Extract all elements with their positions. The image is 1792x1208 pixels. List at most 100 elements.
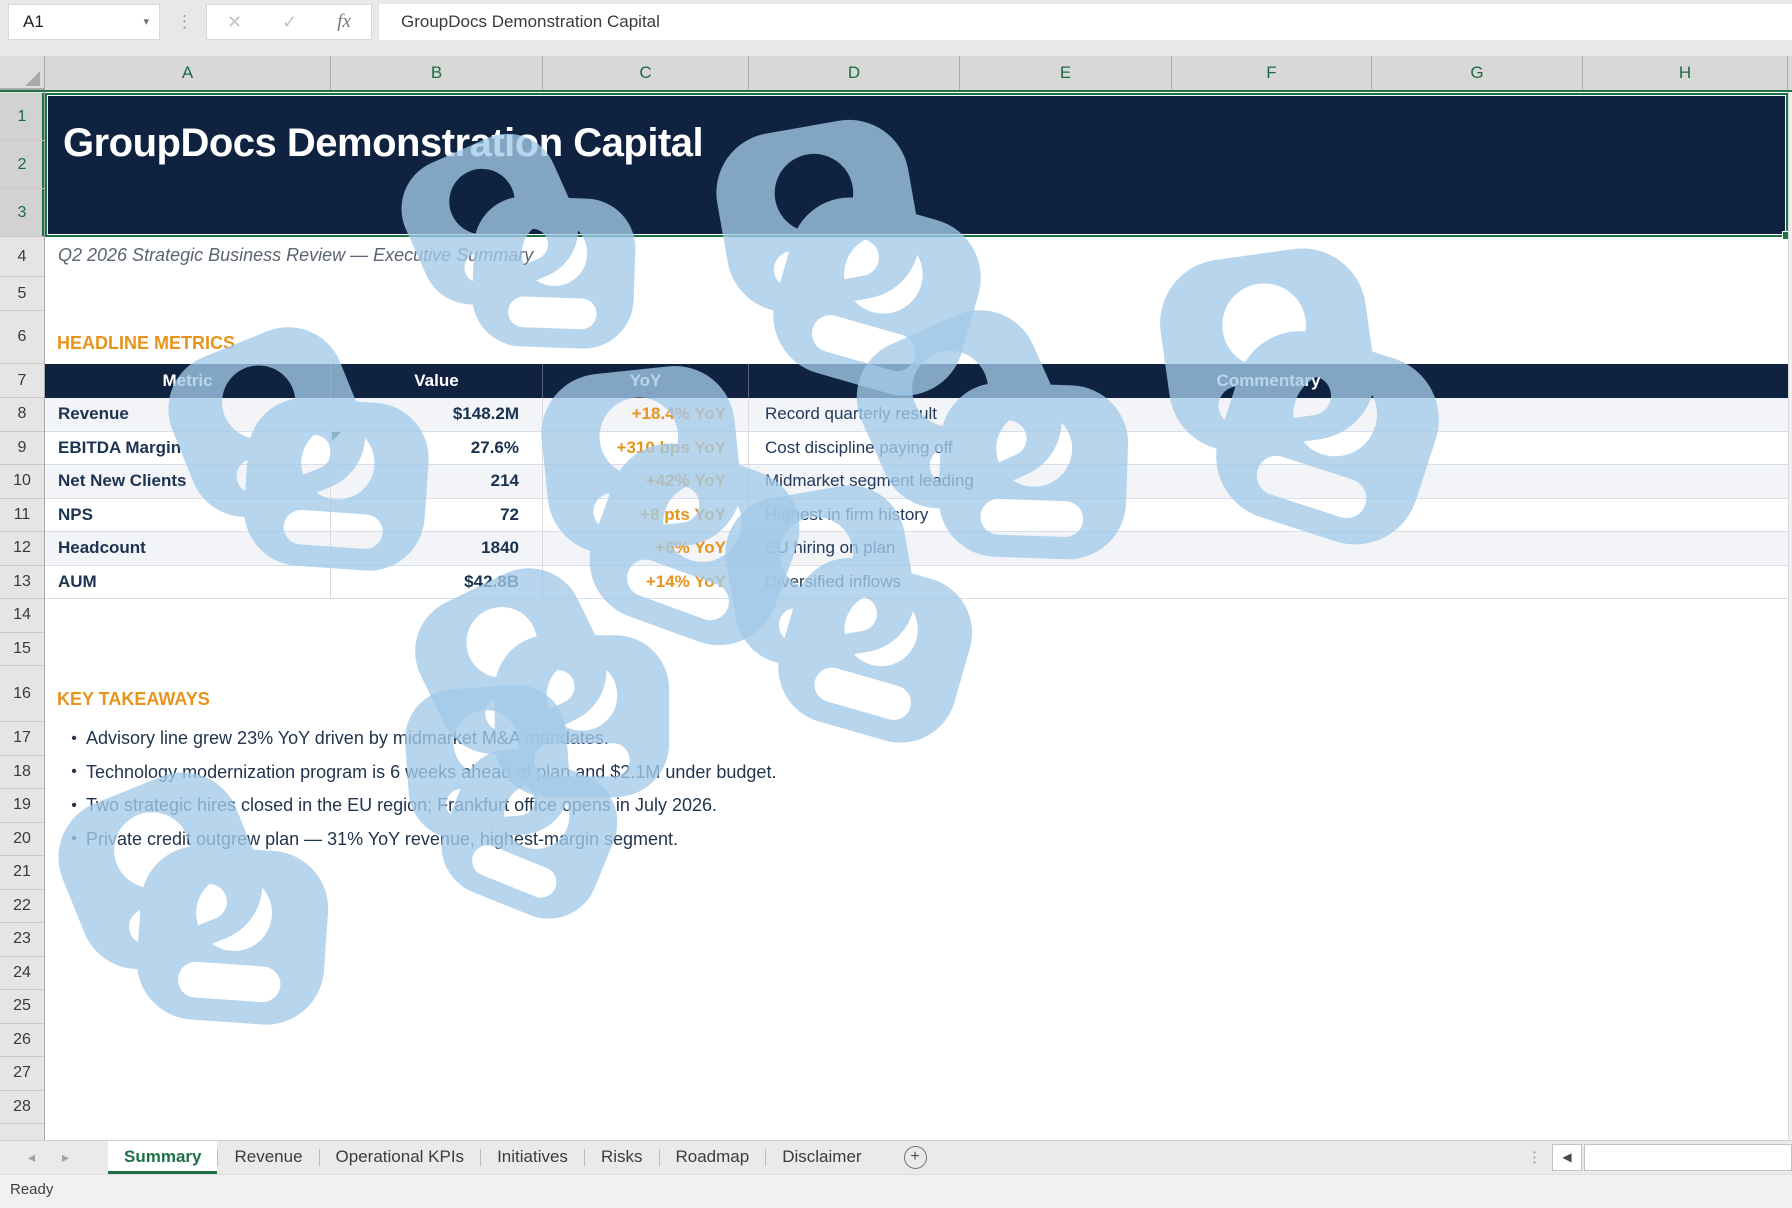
cell-metric[interactable]: EBITDA Margin — [45, 432, 331, 465]
row-header-6[interactable]: 6 — [0, 311, 44, 364]
row-header-25[interactable]: 25 — [0, 990, 44, 1024]
title-banner-cell[interactable]: GroupDocs Demonstration Capital — [45, 93, 1788, 237]
row-header-2[interactable]: 2 — [0, 141, 44, 189]
row-header-15[interactable]: 15 — [0, 633, 44, 667]
cell-comm[interactable]: Highest in firm history — [749, 499, 1788, 532]
formula-input[interactable]: GroupDocs Demonstration Capital — [378, 4, 1792, 40]
column-header-E[interactable]: E — [960, 56, 1172, 90]
headline-metrics-label[interactable]: HEADLINE METRICS — [57, 333, 235, 354]
status-bar: Ready — [0, 1174, 1792, 1208]
cell-metric[interactable]: Headcount — [45, 532, 331, 565]
row-header-20[interactable]: 20 — [0, 823, 44, 857]
row-header-13[interactable]: 13 — [0, 566, 44, 600]
sheet-tab-revenue[interactable]: Revenue — [218, 1141, 318, 1174]
cell-comm[interactable]: Record quarterly result — [749, 398, 1788, 431]
status-ready: Ready — [10, 1175, 53, 1205]
row-header-9[interactable]: 9 — [0, 432, 44, 466]
cell-comm[interactable]: Cost discipline paying off — [749, 432, 1788, 465]
cancel-icon[interactable]: ✕ — [227, 12, 242, 33]
cell-value[interactable]: $148.2M — [331, 398, 543, 431]
sheet-tab-roadmap[interactable]: Roadmap — [660, 1141, 766, 1174]
takeaway-text: Private credit outgrew plan — 31% YoY re… — [86, 829, 678, 850]
key-takeaways-label[interactable]: KEY TAKEAWAYS — [57, 689, 210, 710]
row-header-19[interactable]: 19 — [0, 789, 44, 823]
formula-bar: A1 ▾ ⋮ ✕ ✓ fx GroupDocs Demonstration Ca… — [0, 0, 1792, 56]
hscroll-left-arrow[interactable]: ◀ — [1552, 1144, 1582, 1171]
sheet-tab-summary[interactable]: Summary — [108, 1141, 217, 1174]
cell-yoy[interactable]: +42% YoY — [543, 465, 749, 498]
enter-icon[interactable]: ✓ — [282, 12, 297, 33]
subtitle-cell[interactable]: Q2 2026 Strategic Business Review — Exec… — [58, 245, 533, 266]
cell-value[interactable]: 1840 — [331, 532, 543, 565]
cell-comm[interactable]: Midmarket segment leading — [749, 465, 1788, 498]
row-header-12[interactable]: 12 — [0, 532, 44, 566]
cell-comm[interactable]: EU hiring on plan — [749, 532, 1788, 565]
cell-metric[interactable]: Net New Clients — [45, 465, 331, 498]
tab-nav-right-icon[interactable]: ▸ — [62, 1141, 69, 1174]
takeaway-item[interactable]: •Private credit outgrew plan — 31% YoY r… — [62, 823, 776, 857]
sheet-tab-initiatives[interactable]: Initiatives — [481, 1141, 584, 1174]
sheet-tab-operational-kpis[interactable]: Operational KPIs — [320, 1141, 481, 1174]
takeaway-item[interactable]: •Advisory line grew 23% YoY driven by mi… — [62, 722, 776, 756]
add-sheet-icon[interactable]: + — [904, 1146, 927, 1169]
row-header-23[interactable]: 23 — [0, 923, 44, 957]
column-headers: ABCDEFGH — [0, 56, 1792, 92]
row-header-21[interactable]: 21 — [0, 856, 44, 890]
column-header-H[interactable]: H — [1583, 56, 1788, 90]
cell-metric[interactable]: AUM — [45, 566, 331, 599]
cell-yoy[interactable]: +14% YoY — [543, 566, 749, 599]
horizontal-scrollbar[interactable] — [1584, 1144, 1792, 1171]
cell-value[interactable]: 214 — [331, 465, 543, 498]
row-header-5[interactable]: 5 — [0, 277, 44, 311]
insert-function-icon[interactable]: fx — [337, 11, 351, 33]
row-header-17[interactable]: 17 — [0, 722, 44, 756]
row-header-3[interactable]: 3 — [0, 189, 44, 237]
table-col-header-commentary[interactable]: Commentary — [749, 364, 1788, 398]
cell-metric[interactable]: Revenue — [45, 398, 331, 431]
row-header-16[interactable]: 16 — [0, 666, 44, 722]
cell-metric[interactable]: NPS — [45, 499, 331, 532]
row-header-7[interactable]: 7 — [0, 364, 44, 398]
spreadsheet-app: A1 ▾ ⋮ ✕ ✓ fx GroupDocs Demonstration Ca… — [0, 0, 1792, 1208]
row-header-10[interactable]: 10 — [0, 465, 44, 499]
cell-yoy[interactable]: +8 pts YoY — [543, 499, 749, 532]
sheet-tab-risks[interactable]: Risks — [585, 1141, 659, 1174]
row-header-27[interactable]: 27 — [0, 1057, 44, 1091]
row-header-11[interactable]: 11 — [0, 499, 44, 533]
row-header-24[interactable]: 24 — [0, 957, 44, 991]
row-header-22[interactable]: 22 — [0, 890, 44, 924]
column-header-A[interactable]: A — [45, 56, 331, 90]
table-row-ebitda-margin: EBITDA Margin27.6%+310 bps YoYCost disci… — [45, 432, 1788, 466]
cell-yoy[interactable]: +310 bps YoY — [543, 432, 749, 465]
column-header-G[interactable]: G — [1372, 56, 1583, 90]
row-header-8[interactable]: 8 — [0, 398, 44, 432]
row-header-26[interactable]: 26 — [0, 1024, 44, 1058]
cell-yoy[interactable]: +18.4% YoY — [543, 398, 749, 431]
name-box-caret-icon[interactable]: ▾ — [143, 5, 149, 39]
cell-yoy[interactable]: +6% YoY — [543, 532, 749, 565]
row-header-4[interactable]: 4 — [0, 237, 44, 277]
cell-value[interactable]: 72 — [331, 499, 543, 532]
tab-nav-left-icon[interactable]: ◂ — [28, 1141, 35, 1174]
row-header-28[interactable]: 28 — [0, 1091, 44, 1125]
column-header-D[interactable]: D — [749, 56, 960, 90]
row-header-1[interactable]: 1 — [0, 93, 44, 141]
column-header-B[interactable]: B — [331, 56, 543, 90]
table-col-header-value[interactable]: Value — [331, 364, 543, 398]
tab-splitter-icon[interactable]: ⋮ — [1527, 1142, 1542, 1173]
cell-value[interactable]: 27.6% — [331, 432, 543, 465]
takeaway-item[interactable]: •Technology modernization program is 6 w… — [62, 756, 776, 790]
formula-bar-splitter-icon[interactable]: ⋮ — [176, 6, 193, 38]
row-header-14[interactable]: 14 — [0, 599, 44, 633]
table-col-header-yoy[interactable]: YoY — [543, 364, 749, 398]
cell-comm[interactable]: Diversified inflows — [749, 566, 1788, 599]
table-col-header-metric[interactable]: Metric — [45, 364, 331, 398]
sheet-tab-disclaimer[interactable]: Disclaimer — [766, 1141, 877, 1174]
select-all-corner[interactable] — [0, 56, 45, 90]
column-header-F[interactable]: F — [1172, 56, 1372, 90]
cell-value[interactable]: $42.8B — [331, 566, 543, 599]
takeaway-item[interactable]: •Two strategic hires closed in the EU re… — [62, 789, 776, 823]
column-header-C[interactable]: C — [543, 56, 749, 90]
name-box[interactable]: A1 ▾ — [8, 4, 160, 40]
row-header-18[interactable]: 18 — [0, 756, 44, 790]
